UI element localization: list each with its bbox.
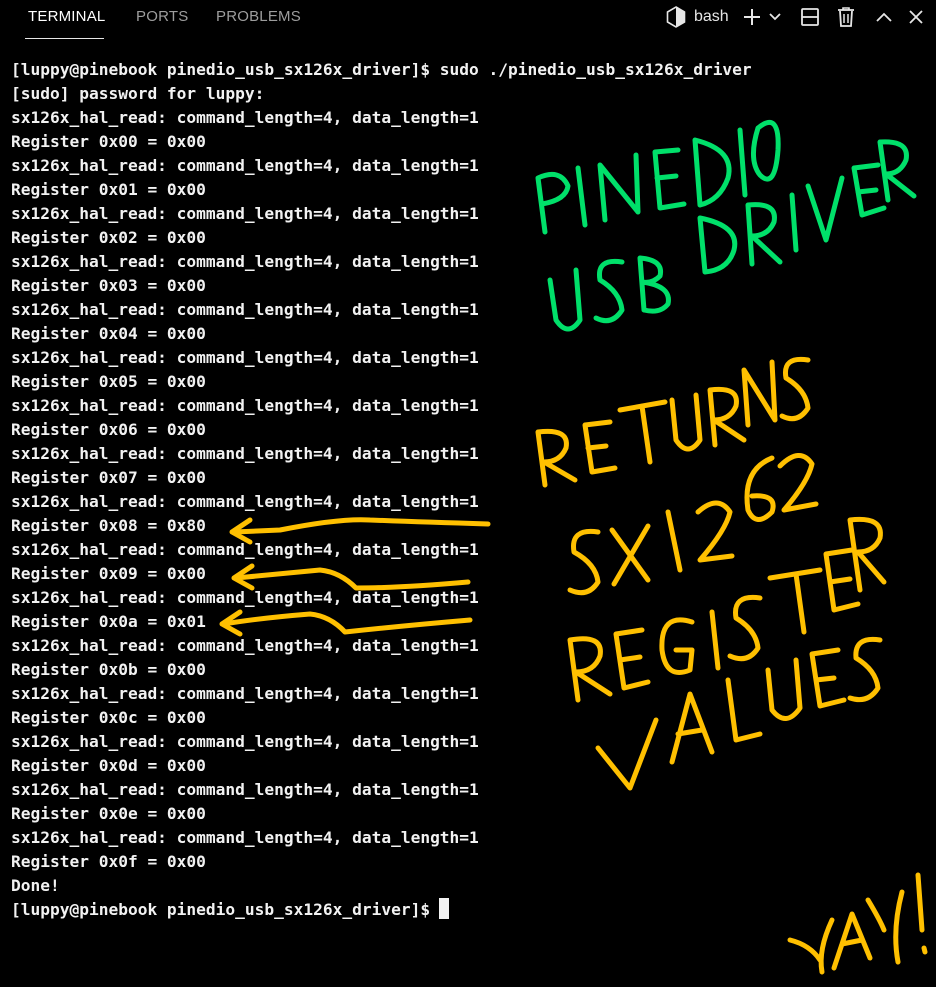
launch-profile-dropdown[interactable] <box>766 4 784 30</box>
trash-icon <box>836 6 856 28</box>
new-terminal-icon <box>742 7 762 27</box>
close-panel-icon <box>908 9 924 25</box>
terminal-line: Register 0x02 = 0x00 <box>11 228 206 247</box>
terminal-line: Register 0x05 = 0x00 <box>11 372 206 391</box>
dropdown-icon <box>768 12 782 22</box>
terminal-line: Register 0x0e = 0x00 <box>11 804 206 823</box>
terminal-prompt-line: [luppy@pinebook pinedio_usb_sx126x_drive… <box>11 898 911 922</box>
tab-problems[interactable]: PROBLEMS <box>216 0 301 34</box>
tab-ports[interactable]: PORTS <box>136 0 188 34</box>
panel-tab-bar: TERMINAL PORTS PROBLEMS bash <box>0 0 936 40</box>
new-terminal-button[interactable] <box>740 4 764 30</box>
terminal-line: Register 0x01 = 0x00 <box>11 180 206 199</box>
terminal-line: sx126x_hal_read: command_length=4, data_… <box>11 252 479 271</box>
maximize-panel-icon <box>875 11 893 23</box>
terminal-line: sx126x_hal_read: command_length=4, data_… <box>11 204 479 223</box>
active-tab-indicator <box>25 38 104 39</box>
maximize-panel-button[interactable] <box>872 4 896 30</box>
terminal-profile-selector[interactable]: bash <box>666 4 729 30</box>
shell-name-label: bash <box>694 8 729 25</box>
terminal-line: sx126x_hal_read: command_length=4, data_… <box>11 780 479 799</box>
terminal-line: sx126x_hal_read: command_length=4, data_… <box>11 156 479 175</box>
terminal-profile-icon <box>666 6 686 28</box>
terminal-line: Register 0x09 = 0x00 <box>11 564 206 583</box>
terminal-line: sx126x_hal_read: command_length=4, data_… <box>11 300 479 319</box>
terminal-line: sx126x_hal_read: command_length=4, data_… <box>11 348 479 367</box>
terminal-line: sx126x_hal_read: command_length=4, data_… <box>11 588 479 607</box>
terminal-line: sx126x_hal_read: command_length=4, data_… <box>11 732 479 751</box>
kill-terminal-button[interactable] <box>834 4 858 30</box>
terminal-line: Register 0x08 = 0x80 <box>11 516 206 535</box>
split-terminal-icon <box>800 7 820 27</box>
terminal-line: Register 0x07 = 0x00 <box>11 468 206 487</box>
terminal-line: Register 0x0a = 0x01 <box>11 612 206 631</box>
terminal-line: Done! <box>11 876 60 895</box>
terminal-line: Register 0x0f = 0x00 <box>11 852 206 871</box>
split-terminal-button[interactable] <box>798 4 822 30</box>
terminal-line: sx126x_hal_read: command_length=4, data_… <box>11 396 479 415</box>
terminal-output[interactable]: [luppy@pinebook pinedio_usb_sx126x_drive… <box>11 58 911 928</box>
terminal-line: Register 0x04 = 0x00 <box>11 324 206 343</box>
terminal-line: sx126x_hal_read: command_length=4, data_… <box>11 540 479 559</box>
close-panel-button[interactable] <box>904 4 928 30</box>
terminal-line: Register 0x0b = 0x00 <box>11 660 206 679</box>
terminal-line: sx126x_hal_read: command_length=4, data_… <box>11 108 479 127</box>
terminal-line: [sudo] password for luppy: <box>11 84 265 103</box>
terminal-line: Register 0x00 = 0x00 <box>11 132 206 151</box>
terminal-line: sx126x_hal_read: command_length=4, data_… <box>11 492 479 511</box>
shell-prompt: [luppy@pinebook pinedio_usb_sx126x_drive… <box>11 900 431 919</box>
terminal-line: Register 0x0d = 0x00 <box>11 756 206 775</box>
terminal-line: [luppy@pinebook pinedio_usb_sx126x_drive… <box>11 60 752 79</box>
terminal-cursor <box>439 898 450 919</box>
terminal-line: sx126x_hal_read: command_length=4, data_… <box>11 444 479 463</box>
tab-terminal[interactable]: TERMINAL <box>28 0 105 34</box>
terminal-line: sx126x_hal_read: command_length=4, data_… <box>11 684 479 703</box>
terminal-line: Register 0x06 = 0x00 <box>11 420 206 439</box>
terminal-line: Register 0x0c = 0x00 <box>11 708 206 727</box>
terminal-line: Register 0x03 = 0x00 <box>11 276 206 295</box>
terminal-line: sx126x_hal_read: command_length=4, data_… <box>11 636 479 655</box>
terminal-line: sx126x_hal_read: command_length=4, data_… <box>11 828 479 847</box>
